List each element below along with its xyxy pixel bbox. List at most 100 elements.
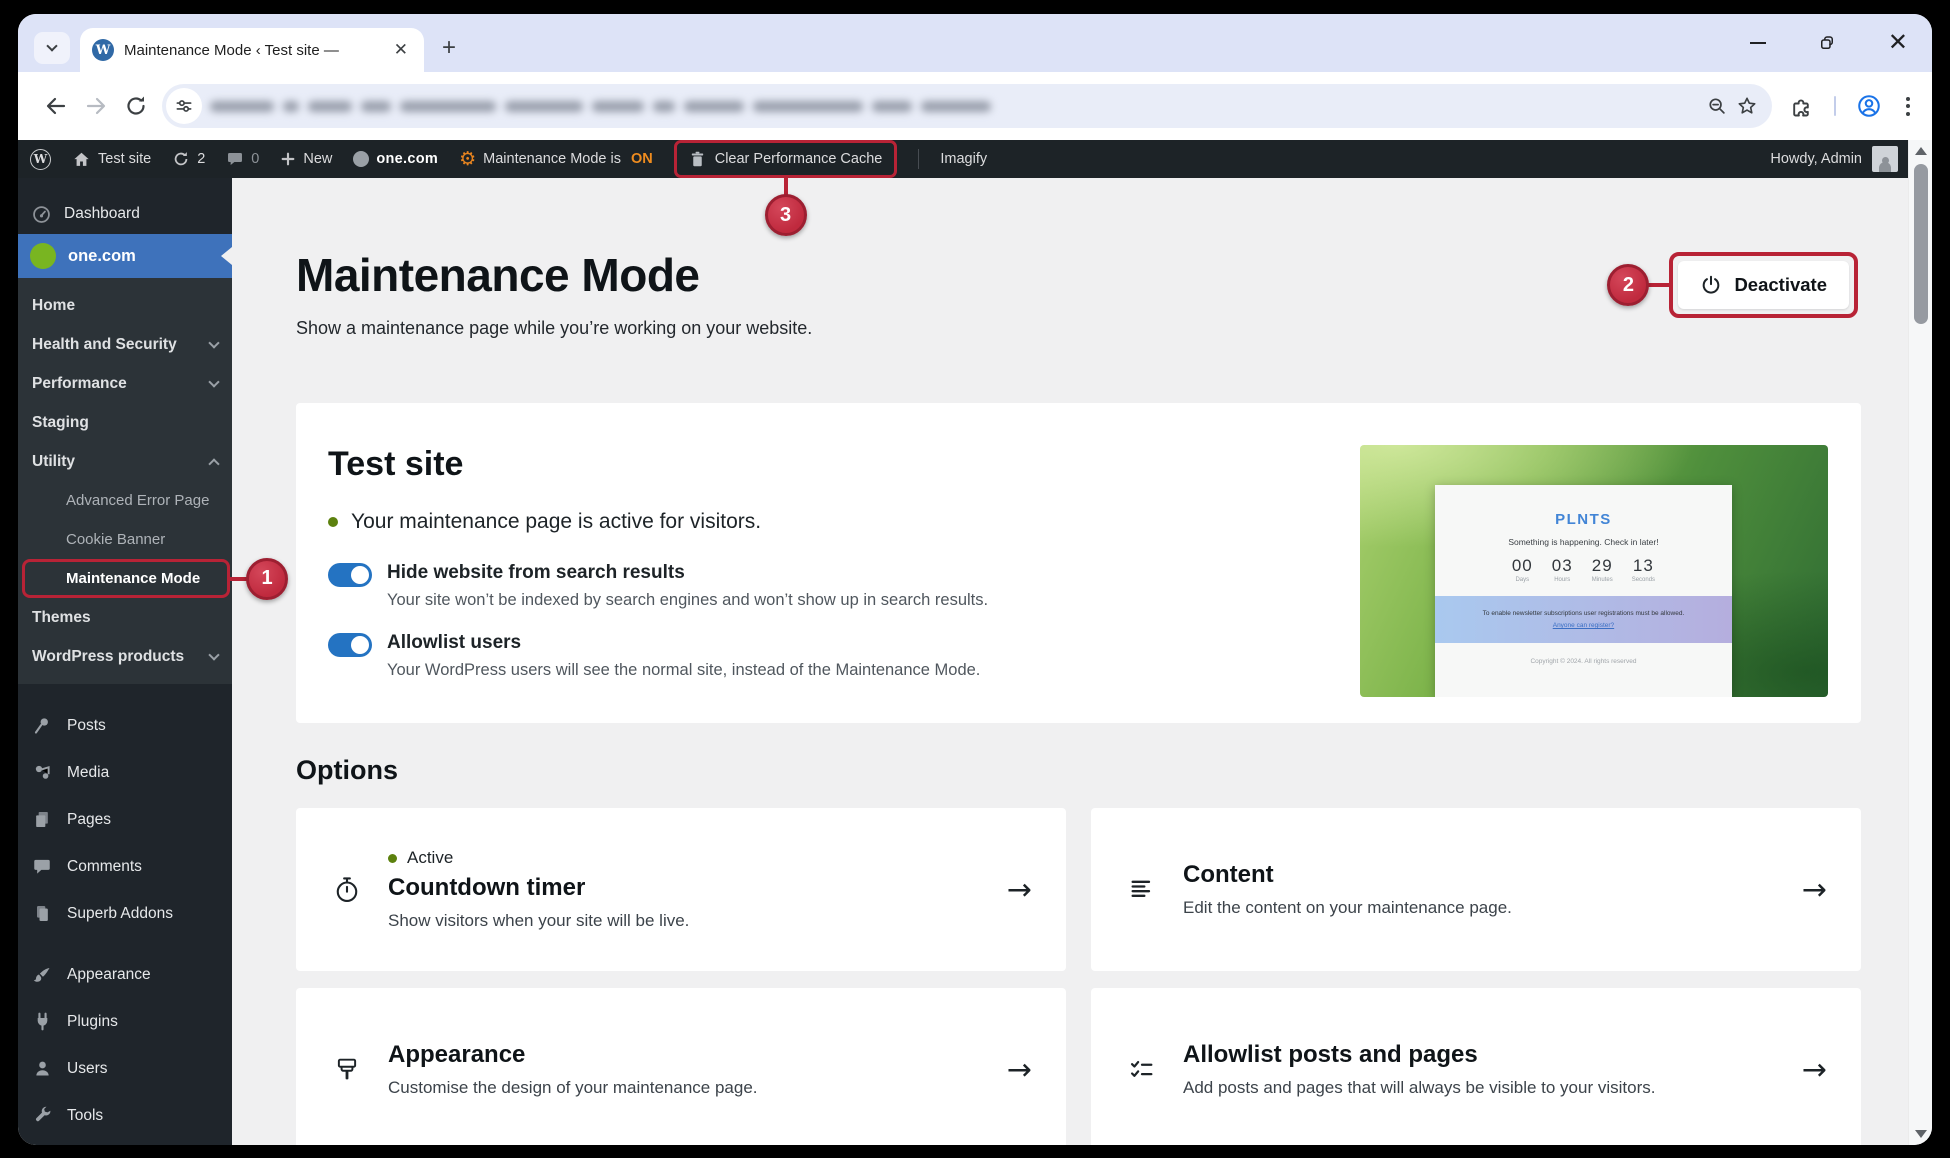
sidebar-item-themes[interactable]: Themes <box>18 598 232 637</box>
chevron-down-icon <box>208 337 219 348</box>
status-on-badge: ON <box>631 151 653 167</box>
arrow-right-icon: → <box>1802 872 1827 907</box>
allowlist-posts-pages-card[interactable]: Allowlist posts and pages Add posts and … <box>1091 988 1861 1145</box>
content-card[interactable]: Content Edit the content on your mainten… <box>1091 808 1861 971</box>
user-avatar[interactable] <box>1872 146 1898 172</box>
zoom-out-icon <box>1706 95 1728 117</box>
forward-button[interactable] <box>76 86 116 126</box>
appearance-card[interactable]: Appearance Customise the design of your … <box>296 988 1066 1145</box>
comments-icon <box>31 857 53 877</box>
sidebar-item-maintenance-mode[interactable]: Maintenance Mode 1 <box>18 559 232 598</box>
close-button[interactable]: ✕ <box>1888 31 1908 55</box>
deactivate-button[interactable]: Deactivate <box>1678 261 1849 309</box>
trash-icon <box>689 150 706 169</box>
zoom-out-button[interactable] <box>1706 95 1728 117</box>
users-icon <box>31 1058 53 1079</box>
back-button[interactable] <box>36 86 76 126</box>
url-bar[interactable] <box>162 84 1772 128</box>
sidebar-item-advanced-error-page[interactable]: Advanced Error Page <box>18 481 232 520</box>
home-icon <box>72 150 91 169</box>
page-scrollbar[interactable] <box>1908 140 1932 1145</box>
scrollbar-up-arrow[interactable] <box>1915 147 1927 155</box>
scrollbar-thumb[interactable] <box>1914 164 1928 324</box>
annotation-2-line <box>1645 283 1673 287</box>
admin-bar-divider <box>918 149 919 169</box>
sidebar-item-cookie-banner[interactable]: Cookie Banner <box>18 520 232 559</box>
star-icon <box>1736 95 1758 117</box>
sidebar-item-health-and-security[interactable]: Health and Security <box>18 325 232 364</box>
maintenance-status-menu[interactable]: ⚙ Maintenance Mode is ON <box>459 150 653 169</box>
profile-button[interactable] <box>1856 93 1882 119</box>
sidebar-item-home[interactable]: Home <box>18 286 232 325</box>
wp-logo-menu[interactable]: W <box>30 149 51 170</box>
sidebar-item-staging[interactable]: Staging <box>18 403 232 442</box>
allowlist-users-toggle[interactable] <box>328 633 372 657</box>
card-title: Allowlist posts and pages <box>1183 1041 1655 1069</box>
stopwatch-icon <box>332 875 362 905</box>
reload-icon <box>124 94 148 118</box>
card-description: Edit the content on your maintenance pag… <box>1183 898 1512 918</box>
restore-button[interactable] <box>1818 34 1836 52</box>
browser-tab[interactable]: W Maintenance Mode ‹ Test site — ✕ <box>80 28 424 72</box>
sidebar-item-tools[interactable]: Tools <box>18 1092 232 1139</box>
profile-icon <box>1856 93 1882 119</box>
sidebar-item-wordpress-products[interactable]: WordPress products <box>18 637 232 676</box>
bookmark-button[interactable] <box>1736 95 1758 117</box>
tab-search-button[interactable] <box>34 32 70 64</box>
extensions-button[interactable] <box>1790 94 1814 118</box>
onecom-logo-icon <box>353 151 369 167</box>
comments-bubble-icon <box>226 150 244 168</box>
browser-toolbar <box>18 72 1932 140</box>
tab-title: Maintenance Mode ‹ Test site — <box>124 42 380 59</box>
sidebar-item-pages[interactable]: Pages <box>18 796 232 843</box>
clear-performance-cache-button[interactable]: Clear Performance Cache 3 <box>674 140 898 178</box>
onecom-menu[interactable]: one.com <box>353 151 438 167</box>
updates-menu[interactable]: 2 <box>172 150 205 168</box>
hide-from-search-toggle[interactable] <box>328 563 372 587</box>
sidebar-item-onecom[interactable]: one.com <box>18 234 232 278</box>
wp-admin-bar: W Test site 2 0 New <box>18 140 1908 178</box>
sidebar-item-plugins[interactable]: Plugins <box>18 998 232 1045</box>
toggle-description: Your WordPress users will see the normal… <box>387 661 980 680</box>
browser-window: W Maintenance Mode ‹ Test site — ✕ + ✕ <box>18 14 1932 1145</box>
sidebar-item-comments[interactable]: Comments <box>18 843 232 890</box>
tab-close-icon[interactable]: ✕ <box>390 40 412 60</box>
appearance-brush-icon <box>31 964 53 985</box>
sidebar-item-superb-addons[interactable]: Superb Addons <box>18 890 232 937</box>
new-content-menu[interactable]: New <box>280 151 332 167</box>
paintbrush-icon <box>332 1055 362 1085</box>
howdy-menu[interactable]: Howdy, Admin <box>1770 151 1862 167</box>
active-dot <box>388 854 397 863</box>
arrow-right-icon: → <box>1007 1052 1032 1087</box>
sidebar-item-posts[interactable]: Posts <box>18 702 232 749</box>
maintenance-active-text: Your maintenance page is active for visi… <box>351 510 761 534</box>
window-controls: ✕ <box>1750 14 1908 72</box>
preview-register-link: Anyone can register? <box>1553 622 1614 629</box>
comments-menu[interactable]: 0 <box>226 150 259 168</box>
sidebar-item-utility[interactable]: Utility <box>18 442 232 481</box>
power-icon <box>1700 274 1722 296</box>
addons-icon <box>31 903 53 924</box>
toggle-label: Hide website from search results <box>387 562 988 584</box>
site-name-menu[interactable]: Test site <box>72 150 151 169</box>
sidebar-item-dashboard[interactable]: Dashboard <box>18 194 232 234</box>
countdown-timer-card[interactable]: Active Countdown timer Show visitors whe… <box>296 808 1066 971</box>
preview-copyright: Copyright © 2024. All rights reserved <box>1530 658 1636 665</box>
sidebar-item-users[interactable]: Users <box>18 1045 232 1092</box>
browser-menu-button[interactable] <box>1902 93 1914 120</box>
onecom-green-logo-icon <box>30 243 56 269</box>
sidebar-item-media[interactable]: Media <box>18 749 232 796</box>
reload-button[interactable] <box>116 86 156 126</box>
site-settings-button[interactable] <box>166 88 202 124</box>
options-heading: Options <box>296 755 1861 786</box>
gear-icon: ⚙ <box>459 150 476 169</box>
preview-message: Something is happening. Check in later! <box>1508 537 1658 547</box>
imagify-menu[interactable]: Imagify <box>940 151 987 167</box>
updates-icon <box>172 150 190 168</box>
minimize-button[interactable] <box>1750 42 1766 44</box>
scrollbar-down-arrow[interactable] <box>1915 1130 1927 1138</box>
restore-icon <box>1818 34 1836 52</box>
sidebar-item-appearance[interactable]: Appearance <box>18 951 232 998</box>
new-tab-button[interactable]: + <box>442 36 456 60</box>
sidebar-item-performance[interactable]: Performance <box>18 364 232 403</box>
